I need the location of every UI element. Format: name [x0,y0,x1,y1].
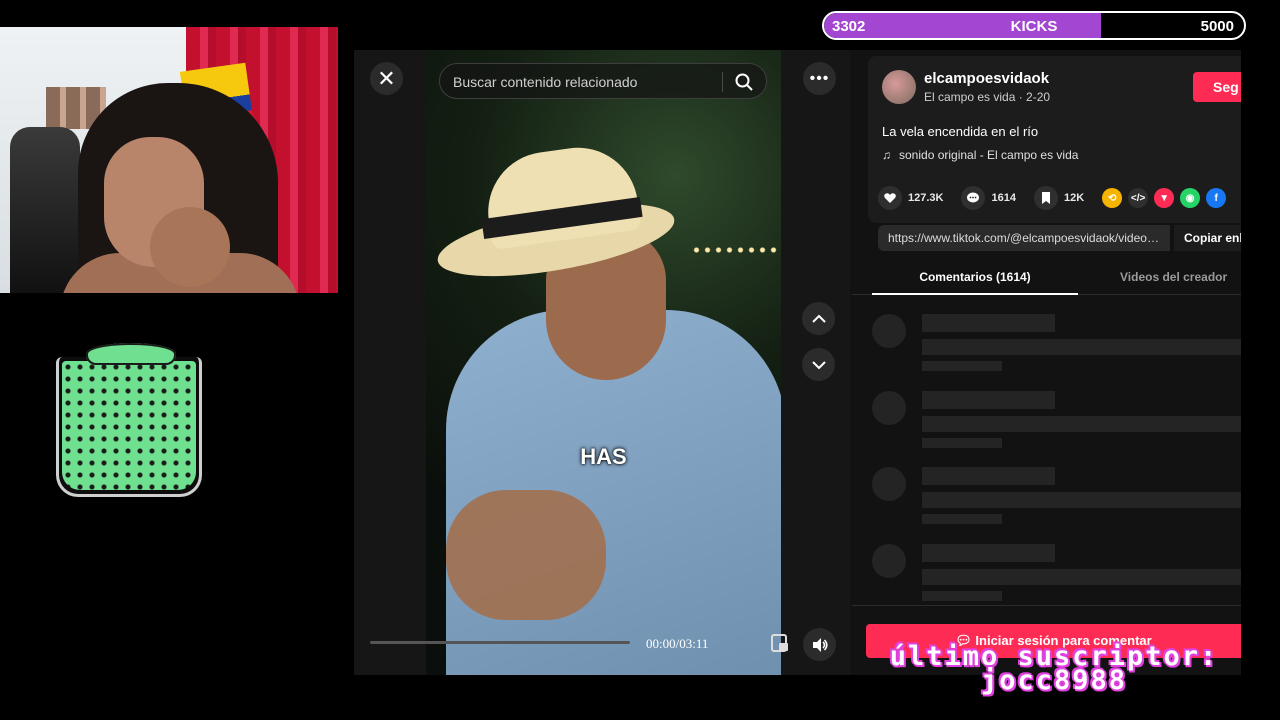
avatar[interactable] [882,70,916,104]
copy-link-button[interactable]: Copiar enl [1174,225,1241,251]
volume-button[interactable] [803,628,836,661]
tab-comments[interactable]: Comentarios (1614) [872,260,1078,295]
stream-canvas: KICKS 3302 5000 HAS ✕ Buscar contenido r… [0,0,1280,720]
video-subtitle: HAS [580,444,627,469]
like-button[interactable]: 127.3K [878,186,943,210]
author-username[interactable]: elcampoesvidaok [924,70,1049,87]
webcam-feed [0,27,338,293]
video-player[interactable]: HAS [426,50,781,675]
video-timecode: 00:00/03:11 [646,636,709,651]
kicks-label: KICKS [1010,18,1058,35]
comment-skeleton [872,391,1241,453]
repost-icon[interactable]: ⟲ [1102,188,1123,208]
whatsapp-icon[interactable]: ◉ [1180,188,1201,208]
like-count: 127.3K [908,192,944,204]
author-subline: El campo es vida · 2-20 [924,90,1051,104]
tab-creator-videos[interactable]: Videos del creador [1120,260,1240,295]
close-button[interactable]: ✕ [370,62,403,95]
speaker-icon [812,637,828,652]
comment-count: 1614 [991,192,1016,204]
music-link[interactable]: ♫ sonido original - El campo es vida [882,148,1078,162]
heart-icon [878,186,902,210]
embed-icon[interactable]: </> [1128,188,1149,208]
search-input[interactable]: Buscar contenido relacionado [453,74,637,90]
comment-skeleton [872,467,1241,529]
comment-skeleton [872,314,1241,376]
save-button[interactable]: 12K [1033,186,1085,210]
search-bar[interactable]: Buscar contenido relacionado [439,63,767,99]
send-icon[interactable]: ▼ [1154,188,1175,208]
comment-icon [961,186,986,210]
picture-in-picture-icon[interactable] [769,632,791,654]
previous-video-button[interactable] [802,302,835,335]
next-video-button[interactable] [802,348,835,381]
last-subscriber-overlay: último suscriptor: jocc8988 [834,643,1274,696]
chevron-up-icon [811,314,826,323]
music-note-icon: ♫ [882,148,891,162]
follow-button[interactable]: Seg [1193,72,1241,102]
search-icon[interactable] [734,72,754,92]
kicks-current: 3302 [832,18,866,35]
search-divider [722,72,723,92]
video-description: La vela encendida en el río [882,124,1039,139]
more-options-button[interactable]: ••• [803,62,836,95]
facebook-icon[interactable]: f [1206,188,1227,208]
kicks-goal-bar: KICKS 3302 5000 [822,11,1246,40]
kick-jar-widget [56,343,202,499]
comment-skeleton [872,544,1241,606]
tiktok-video-modal: HAS ✕ Buscar contenido relacionado ••• 0… [354,50,1241,675]
video-link-field[interactable]: https://www.tiktok.com/@elcampoesvidaok/… [878,225,1170,251]
video-area: HAS ✕ Buscar contenido relacionado ••• 0… [354,50,850,675]
last-subscriber-name: jocc8988 [980,665,1128,696]
music-title: sonido original - El campo es vida [899,148,1079,162]
comment-tabs: Comentarios (1614) Videos del creador [852,260,1241,295]
video-info-panel: elcampoesvidaok El campo es vida · 2-20 … [852,50,1241,675]
chevron-down-icon [811,360,826,369]
more-dots-icon: ••• [809,69,830,87]
close-icon: ✕ [377,65,396,91]
engagement-stats: 127.3K 1614 12K ⟲ </> ▼ ◉ f [878,186,1232,210]
kicks-target: 5000 [1200,18,1234,35]
video-progress-bar[interactable] [370,641,630,644]
bookmark-icon [1033,186,1058,210]
comment-button[interactable]: 1614 [961,186,1016,210]
save-count: 12K [1063,192,1085,204]
